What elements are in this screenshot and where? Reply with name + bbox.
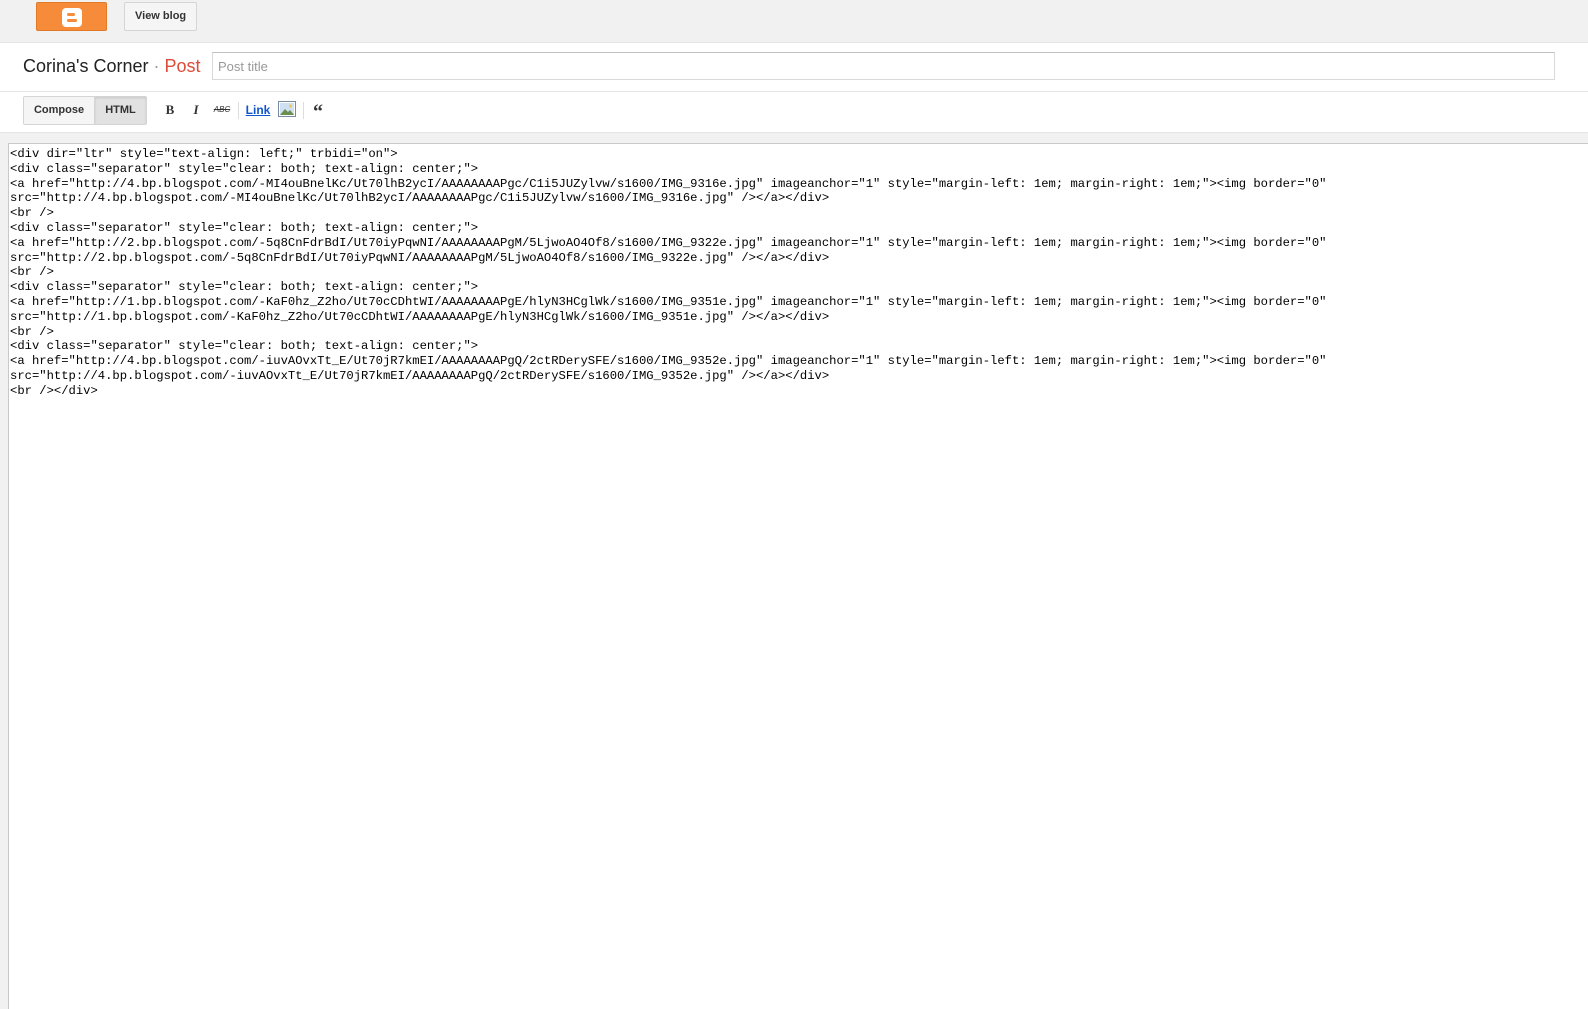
code-line: <a href="http://1.bp.blogspot.com/-KaF0h… [10, 294, 1327, 309]
title-bar: Corina's Corner · Post [0, 43, 1588, 92]
code-line: src="http://4.bp.blogspot.com/-MI4ouBnel… [10, 191, 830, 206]
editor-area: <div dir="ltr" style="text-align: left;"… [0, 133, 1588, 1009]
html-editor[interactable]: <div dir="ltr" style="text-align: left;"… [8, 143, 1588, 1009]
quote-button[interactable]: “ [311, 100, 325, 123]
html-mode-button[interactable]: HTML [95, 96, 147, 125]
html-source-text[interactable]: <div dir="ltr" style="text-align: left;"… [9, 144, 1588, 399]
blogger-logo-button[interactable] [36, 2, 107, 31]
italic-button[interactable]: I [190, 100, 202, 120]
section-label: Post [164, 56, 201, 76]
insert-image-icon [278, 101, 296, 117]
insert-image-button[interactable] [278, 101, 296, 117]
toolbar-divider [238, 102, 239, 119]
post-title-input[interactable] [212, 52, 1555, 80]
code-line: <br /> [10, 265, 54, 280]
code-line: src="http://1.bp.blogspot.com/-KaF0hz_Z2… [10, 309, 830, 324]
bold-button[interactable]: B [164, 100, 176, 120]
link-button[interactable]: Link [245, 100, 271, 120]
breadcrumb: Corina's Corner · Post [23, 56, 201, 77]
view-blog-button[interactable]: View blog [124, 2, 198, 31]
strikethrough-button[interactable]: ABC [213, 100, 231, 120]
blog-name[interactable]: Corina's Corner [23, 56, 148, 76]
code-line: <div class="separator" style="clear: bot… [10, 161, 479, 176]
code-line: <br /> [10, 206, 54, 221]
toolbar-divider [303, 102, 304, 119]
code-line: src="http://2.bp.blogspot.com/-5q8CnFdrB… [10, 250, 830, 265]
code-line: src="http://4.bp.blogspot.com/-iuvAOvxTt… [10, 368, 830, 383]
breadcrumb-separator: · [153, 56, 160, 76]
code-line: <a href="http://4.bp.blogspot.com/-iuvAO… [10, 354, 1327, 369]
code-line: <div class="separator" style="clear: bot… [10, 220, 479, 235]
code-line: <div class="separator" style="clear: bot… [10, 339, 479, 354]
code-line: <a href="http://4.bp.blogspot.com/-MI4ou… [10, 176, 1327, 191]
code-line: <div class="separator" style="clear: bot… [10, 280, 479, 295]
editor-toolbar: Compose HTML B I ABC Link “ [0, 92, 1588, 133]
code-line: <a href="http://2.bp.blogspot.com/-5q8Cn… [10, 235, 1327, 250]
compose-mode-button[interactable]: Compose [23, 96, 95, 125]
code-line: <div dir="ltr" style="text-align: left;"… [10, 147, 398, 161]
top-bar: View blog [0, 0, 1588, 43]
blogger-logo-icon [62, 8, 82, 27]
code-line: <br /> [10, 324, 54, 339]
code-line: <br /></div> [10, 383, 98, 398]
mode-switcher: Compose HTML [23, 96, 147, 125]
